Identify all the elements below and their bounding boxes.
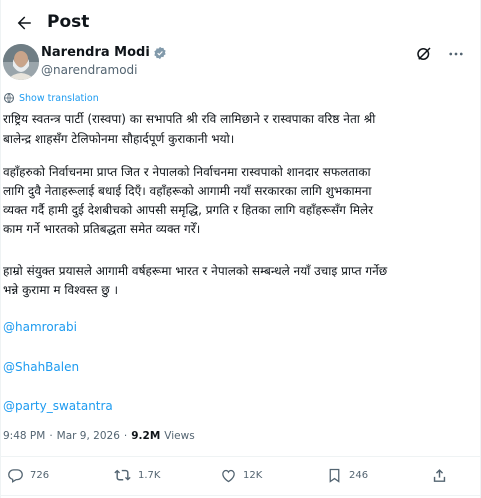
tweet-text-line: काम गर्ने भारतको प्रतिबद्धता समेत व्यक्त…: [3, 222, 201, 236]
repost-count: 1.7K: [138, 470, 161, 481]
tweet-text-line: बालेन्द्र शाहसँग टेलिफोनमा सौहार्दपूर्ण …: [3, 132, 235, 146]
back-arrow-icon: [17, 16, 31, 30]
author-handle[interactable]: @narendramodi: [41, 63, 138, 77]
divider: [1, 456, 480, 457]
repost-icon: [114, 469, 131, 481]
repost-button[interactable]: 1.7K: [113, 467, 160, 484]
page-title: Post: [47, 12, 90, 32]
back-button[interactable]: [9, 8, 39, 38]
show-translation-label[interactable]: Show translation: [19, 93, 99, 104]
verified-badge-icon: [154, 46, 166, 59]
share-icon: [433, 469, 446, 482]
share-button[interactable]: [431, 467, 448, 484]
reply-count: 726: [30, 470, 50, 481]
reply-icon: [8, 469, 23, 483]
like-button[interactable]: 12K: [220, 467, 262, 484]
mention-link-shahbalen[interactable]: @ShahBalen: [3, 360, 79, 374]
grok-icon: [417, 47, 431, 60]
views-label: Views: [164, 430, 195, 442]
divider: [1, 495, 480, 496]
post-date[interactable]: Mar 9, 2026: [57, 430, 120, 442]
globe-icon: [4, 93, 14, 103]
action-bar: 726 1.7K 12K 246: [1, 467, 480, 491]
mention-link-party-swatantra[interactable]: @party_swatantra: [3, 399, 113, 413]
tweet-text-line: लागि दुवै नेताहरूलाई बधाई दिएँ। वहाँहरूक…: [3, 184, 372, 198]
tweet-text-line: व्यक्त गर्दै हामी दुई देशबीचको आपसी समृद…: [3, 203, 374, 217]
meta-separator: ·: [49, 430, 53, 442]
meta-separator: ·: [123, 430, 128, 442]
tweet-text-line: वहाँहरुको निर्वाचनमा प्राप्त जित र नेपाल…: [3, 165, 371, 179]
author-name[interactable]: Narendra Modi: [41, 45, 150, 60]
bookmark-count: 246: [349, 470, 369, 481]
tweet-text-line: भन्ने कुरामा म विश्वस्त छु ।: [3, 283, 119, 297]
tweet-text-line: हाम्रो संयुक्त प्रयासले आगामी वर्षहरूमा …: [3, 264, 388, 278]
heart-icon: [222, 469, 235, 483]
like-count: 12K: [243, 470, 263, 481]
reply-button[interactable]: 726: [7, 467, 49, 484]
grok-button[interactable]: [415, 45, 433, 63]
post-time[interactable]: 9:48 PM: [3, 430, 45, 442]
bookmark-button[interactable]: 246: [326, 467, 368, 484]
avatar[interactable]: [3, 44, 39, 80]
post-metadata: 9:48 PM · Mar 9, 2026 · 9.2M Views: [3, 430, 195, 442]
tweet-text-line: राष्ट्रिय स्वतन्त्र पार्टी (रास्वपा) का …: [3, 112, 376, 126]
show-translation-link[interactable]: Show translation: [3, 92, 99, 104]
more-icon: [449, 52, 463, 56]
post-header: Post: [1, 0, 480, 44]
post-detail-page: Post Narendra Modi @narendramodi Show tr…: [0, 0, 481, 498]
author-name-row[interactable]: Narendra Modi: [41, 45, 167, 60]
more-options-button[interactable]: [446, 45, 466, 63]
bookmark-icon: [329, 468, 340, 483]
views-count: 9.2M: [131, 430, 161, 442]
profile-photo-icon: [3, 44, 39, 80]
mention-link-hamrorabi[interactable]: @hamrorabi: [3, 320, 77, 334]
